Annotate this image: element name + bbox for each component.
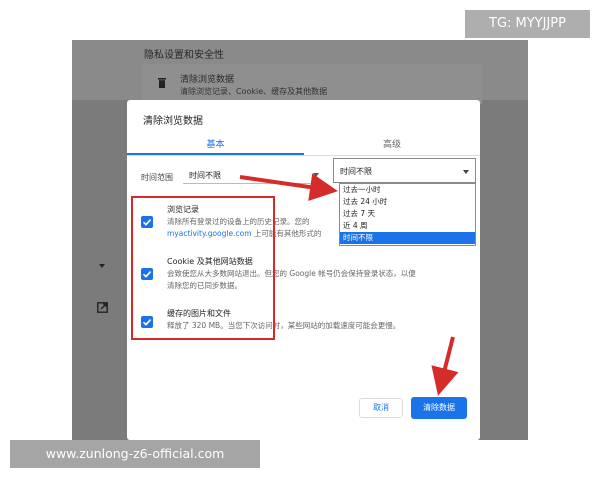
- clear-data-button[interactable]: 清除数据: [411, 397, 467, 419]
- open-external-icon[interactable]: [97, 302, 108, 313]
- time-range-select[interactable]: 时间不限: [183, 166, 323, 184]
- cancel-button[interactable]: 取消: [359, 398, 403, 418]
- dropdown-selected-label: 时间不限: [340, 167, 372, 176]
- privacy-section-title: 隐私设置和安全性: [144, 50, 224, 61]
- tab-basic[interactable]: 基本: [127, 137, 304, 150]
- time-range-label: 时间范围: [141, 173, 173, 182]
- watermark-url: www.zunlong-z6-official.com: [10, 440, 260, 468]
- annotation-highlight-box: [131, 196, 275, 340]
- chevron-down-icon[interactable]: [99, 264, 105, 268]
- dropdown-selected-value[interactable]: 时间不限: [333, 158, 476, 183]
- clear-data-row-subtitle: 清除浏览记录、Cookie、缓存及其他数据: [180, 87, 328, 96]
- watermark-tg: TG: MYYJJPP: [465, 10, 590, 38]
- chevron-down-icon: [313, 173, 319, 177]
- tab-advanced[interactable]: 高级: [304, 137, 480, 150]
- dropdown-option-past-24h[interactable]: 过去 24 小时: [340, 196, 475, 208]
- dropdown-options-list: 过去一小时 过去 24 小时 过去 7 天 近 4 周 时间不限: [339, 183, 476, 246]
- dropdown-option-past-hour[interactable]: 过去一小时: [340, 184, 475, 196]
- time-range-value: 时间不限: [189, 171, 221, 180]
- clear-data-row-title: 清除浏览数据: [180, 75, 235, 85]
- dialog-title: 清除浏览数据: [143, 116, 203, 127]
- dropdown-option-past-7d[interactable]: 过去 7 天: [340, 208, 475, 220]
- dropdown-option-all-time[interactable]: 时间不限: [340, 232, 475, 244]
- time-range-dropdown[interactable]: 时间不限 过去一小时 过去 24 小时 过去 7 天 近 4 周 时间不限: [333, 158, 477, 246]
- tab-divider: [127, 155, 480, 156]
- clear-data-settings-row[interactable]: 清除浏览数据 清除浏览记录、Cookie、缓存及其他数据: [142, 64, 482, 104]
- trash-icon: [158, 78, 166, 88]
- chevron-down-icon: [463, 170, 469, 174]
- dropdown-option-last-4w[interactable]: 近 4 周: [340, 220, 475, 232]
